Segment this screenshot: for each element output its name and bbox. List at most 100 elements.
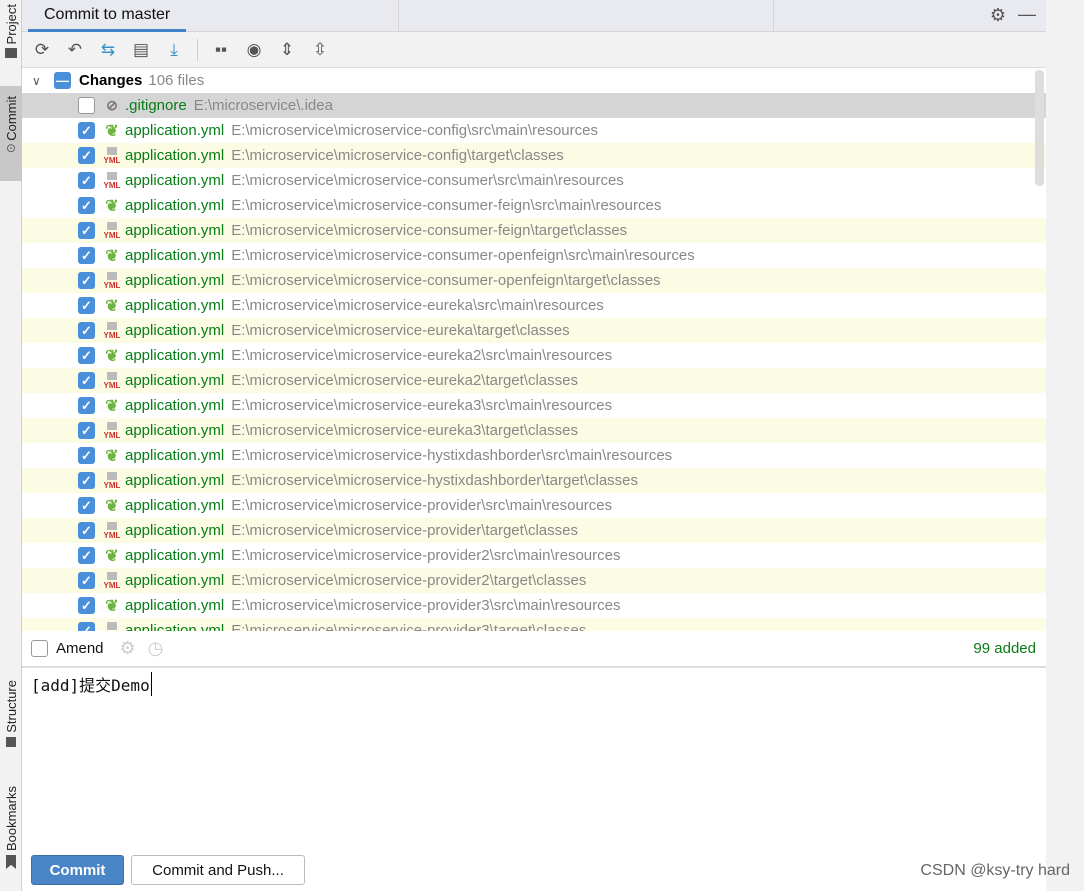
gear-icon[interactable]: ⚙ <box>990 5 1006 26</box>
file-path: E:\microservice\microservice-consumer-op… <box>231 247 695 264</box>
chevron-down-icon[interactable]: ∨ <box>32 74 46 88</box>
file-row[interactable]: ✓ ❦ application.yml E:\microservice\microse… <box>22 193 1046 218</box>
file-checkbox[interactable]: ✓ <box>78 572 95 589</box>
file-checkbox[interactable]: ✓ <box>78 172 95 189</box>
file-checkbox[interactable]: ✓ <box>78 347 95 364</box>
file-checkbox[interactable]: ✓ <box>78 422 95 439</box>
file-row[interactable]: ✓YMLapplication.ymlE:\microservice\micro… <box>22 368 1046 393</box>
file-path: E:\microservice\microservice-provider2\s… <box>231 547 621 564</box>
file-name: application.yml <box>125 372 225 389</box>
expand-all-icon[interactable]: ⇕ <box>277 40 297 60</box>
amend-checkbox[interactable] <box>31 640 48 657</box>
file-path: E:\microservice\microservice-hystixdashb… <box>231 447 673 464</box>
file-row[interactable]: ✓ ❦ application.yml E:\microservice\microse… <box>22 593 1046 618</box>
collapse-all-icon[interactable]: ⇳ <box>310 40 330 60</box>
file-path: E:\microservice\microservice-eureka3\src… <box>231 397 613 414</box>
file-checkbox[interactable]: ✓ <box>78 122 95 139</box>
changes-partial-checkbox[interactable]: — <box>54 72 71 89</box>
file-row[interactable]: ✓ ❦ application.yml E:\microservice\microse… <box>22 293 1046 318</box>
minimize-icon[interactable]: — <box>1018 4 1036 25</box>
file-checkbox[interactable]: ✓ <box>78 522 95 539</box>
file-row[interactable]: ✓ ❦ application.yml E:\microservice\microse… <box>22 243 1046 268</box>
spring-file-icon: ❦ <box>105 547 119 565</box>
refresh-icon[interactable]: ⟳ <box>32 40 52 60</box>
file-checkbox[interactable]: ✓ <box>78 297 95 314</box>
commit-panel: Commit to master ⚙ — ⟳ ↶ ⇆ ▤ ⤓ ▪▪ ◉ ⇕ ⇳ … <box>22 0 1046 891</box>
view-options-icon[interactable]: ◉ <box>244 40 264 60</box>
file-checkbox[interactable]: ✓ <box>78 447 95 464</box>
update-icon[interactable]: ⤓ <box>164 40 184 60</box>
changes-group[interactable]: ∨ — Changes 106 files <box>22 68 1046 93</box>
file-checkbox[interactable]: ✓ <box>78 372 95 389</box>
file-row[interactable]: ✓ ❦ application.yml E:\microservice\microse… <box>22 543 1046 568</box>
file-checkbox[interactable]: ✓ <box>78 247 95 264</box>
file-checkbox[interactable]: ✓ <box>78 272 95 289</box>
file-path: E:\microservice\.idea <box>193 97 333 114</box>
file-row[interactable]: ✓ ❦ application.yml E:\microservice\microse… <box>22 118 1046 143</box>
file-row[interactable]: ✓YMLapplication.ymlE:\microservice\micro… <box>22 168 1046 193</box>
file-row[interactable]: ✓YMLapplication.ymlE:\microservice\micro… <box>22 418 1046 443</box>
file-name: application.yml <box>125 572 225 589</box>
shelve-icon[interactable]: ▤ <box>131 40 151 60</box>
file-checkbox[interactable]: ✓ <box>78 597 95 614</box>
file-name: application.yml <box>125 522 225 539</box>
project-tool-tab[interactable]: Project <box>0 4 22 74</box>
amend-label[interactable]: Amend <box>56 640 104 657</box>
file-path: E:\microservice\microservice-consumer-fe… <box>231 197 662 214</box>
file-row[interactable]: ✓ ❦ application.yml E:\microservice\microse… <box>22 393 1046 418</box>
file-checkbox[interactable]: ✓ <box>78 472 95 489</box>
changes-tree: ∨ — Changes 106 files ⊘ .gitignore E:\micr… <box>22 68 1046 631</box>
file-row[interactable]: ✓YMLapplication.ymlE:\microservice\micro… <box>22 318 1046 343</box>
commit-options-gear-icon[interactable]: ⚙ <box>120 638 136 659</box>
file-row[interactable]: ✓YMLapplication.ymlE:\microservice\micro… <box>22 468 1046 493</box>
file-checkbox[interactable]: ✓ <box>78 197 95 214</box>
file-row[interactable]: ✓YMLapplication.ymlE:\microservice\micro… <box>22 568 1046 593</box>
file-name: application.yml <box>125 547 225 564</box>
file-checkbox[interactable]: ✓ <box>78 497 95 514</box>
file-checkbox[interactable]: ✓ <box>78 222 95 239</box>
tab-commit-to-master[interactable]: Commit to master <box>28 0 187 32</box>
file-row[interactable]: ✓YMLapplication.ymlE:\microservice\micro… <box>22 268 1046 293</box>
diff-icon[interactable]: ⇆ <box>98 40 118 60</box>
commit-and-push-button[interactable]: Commit and Push... <box>131 855 305 885</box>
file-row[interactable]: ✓YMLapplication.ymlE:\microservice\micro… <box>22 618 1046 631</box>
file-checkbox[interactable]: ✓ <box>78 147 95 164</box>
list-scrollbar[interactable] <box>1035 70 1044 186</box>
yml-file-icon: YML <box>103 221 121 240</box>
file-name: application.yml <box>125 322 225 339</box>
history-icon[interactable]: ◷ <box>148 638 164 659</box>
structure-tool-tab[interactable]: Structure <box>0 680 22 765</box>
file-row[interactable]: ✓ ❦ application.yml E:\microservice\microse… <box>22 443 1046 468</box>
file-checkbox[interactable]: ✓ <box>78 547 95 564</box>
spring-file-icon: ❦ <box>105 197 119 215</box>
file-row[interactable]: ✓ ❦ application.yml E:\microservice\microse… <box>22 343 1046 368</box>
file-checkbox[interactable]: ✓ <box>78 622 95 631</box>
file-name: application.yml <box>125 472 225 489</box>
commit-tool-tab[interactable]: Commit ⊙ <box>0 86 22 181</box>
file-row[interactable]: ✓YMLapplication.ymlE:\microservice\micro… <box>22 218 1046 243</box>
rollback-icon[interactable]: ↶ <box>65 40 85 60</box>
file-name: application.yml <box>125 622 225 631</box>
group-by-icon[interactable]: ▪▪ <box>211 40 231 60</box>
file-name: application.yml <box>125 222 225 239</box>
bookmarks-tool-tab[interactable]: Bookmarks <box>0 786 22 881</box>
file-checkbox[interactable]: ✓ <box>78 397 95 414</box>
file-row[interactable]: ✓YMLapplication.ymlE:\microservice\micro… <box>22 143 1046 168</box>
file-name: application.yml <box>125 197 225 214</box>
yml-file-icon: YML <box>103 271 121 290</box>
file-row[interactable]: ✓YMLapplication.ymlE:\microservice\micro… <box>22 518 1046 543</box>
spring-file-icon: ❦ <box>105 122 119 140</box>
file-row[interactable]: ⊘ .gitignore E:\microservice\.idea <box>22 93 1046 118</box>
file-row[interactable]: ✓ ❦ application.yml E:\microservice\microse… <box>22 493 1046 518</box>
toolbar-separator <box>197 38 198 61</box>
file-checkbox[interactable]: ✓ <box>78 322 95 339</box>
file-checkbox[interactable] <box>78 97 95 114</box>
file-path: E:\microservice\microservice-eureka\src\… <box>231 297 604 314</box>
spring-file-icon: ❦ <box>105 447 119 465</box>
commit-button[interactable]: Commit <box>31 855 124 885</box>
file-name: application.yml <box>125 347 225 364</box>
ignore-file-icon: ⊘ <box>106 97 118 113</box>
toolbar: ⟳ ↶ ⇆ ▤ ⤓ ▪▪ ◉ ⇕ ⇳ <box>22 32 1046 68</box>
yml-file-icon: YML <box>103 171 121 190</box>
commit-message-input[interactable]: [add]提交Demo <box>31 672 152 696</box>
